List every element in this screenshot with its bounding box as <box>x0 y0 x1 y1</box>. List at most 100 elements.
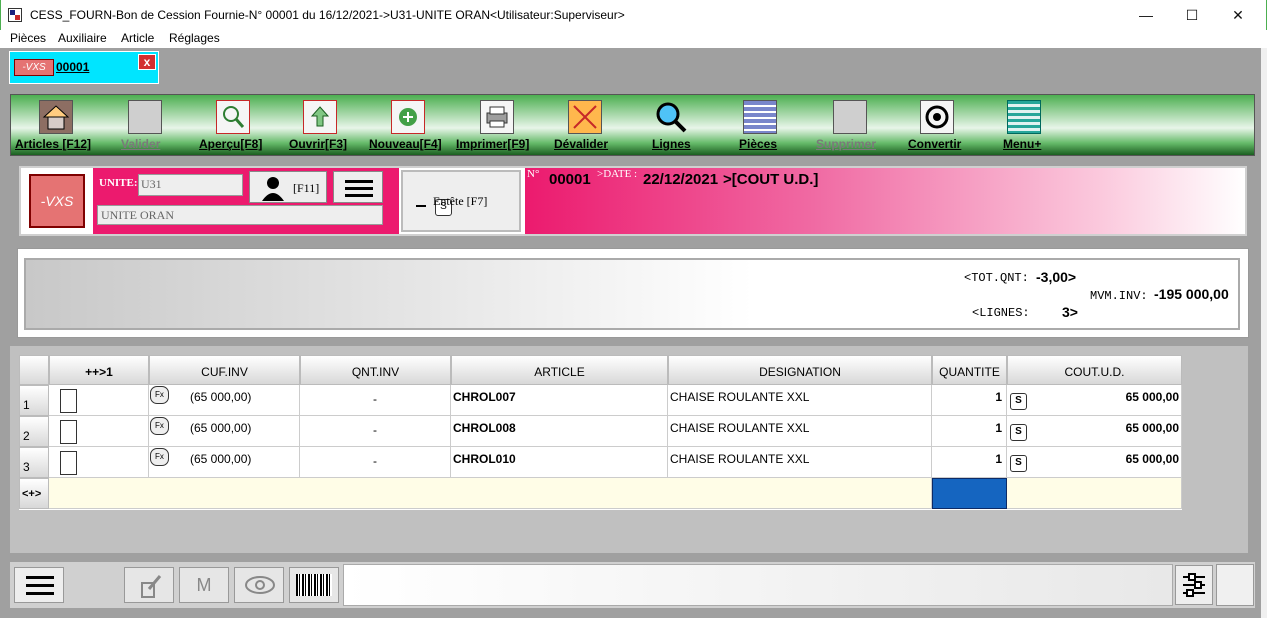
barcode-icon <box>296 574 332 596</box>
imprimer-button[interactable]: Imprimer[F9] <box>456 95 538 155</box>
app-icon <box>8 8 22 22</box>
table-row-select[interactable] <box>49 416 149 447</box>
menu-plus-button[interactable]: Menu+ <box>999 95 1049 155</box>
menu-reglages[interactable]: Réglages <box>169 31 220 45</box>
edit-icon <box>141 575 162 598</box>
fx-icon[interactable]: Fx <box>150 417 169 435</box>
new-row-quantite-cell[interactable] <box>932 478 1007 509</box>
printer-icon <box>480 100 514 134</box>
cout-cell[interactable]: S 65 000,00 <box>1007 385 1182 416</box>
unite-name-field[interactable]: UNITE ORAN <box>97 205 383 225</box>
status-field[interactable] <box>343 564 1173 606</box>
document-tab[interactable]: -VXS 00001 x <box>9 51 159 84</box>
quantite-cell[interactable]: 1 <box>932 416 1007 447</box>
designation-cell[interactable]: CHAISE ROULANTE XXL <box>668 447 932 478</box>
m-button[interactable]: M <box>179 567 229 603</box>
preview-icon <box>216 100 250 134</box>
edit-button[interactable] <box>124 567 174 603</box>
settings-button[interactable] <box>1175 565 1213 605</box>
qnt-inv-cell[interactable]: - <box>300 447 451 478</box>
column-header-select[interactable]: ++>1 <box>49 355 149 385</box>
column-header-article[interactable]: ARTICLE <box>451 355 668 385</box>
barcode-button[interactable] <box>289 567 339 603</box>
minimize-button[interactable]: — <box>1123 0 1169 30</box>
menu-article[interactable]: Article <box>121 31 154 45</box>
menu-auxiliaire[interactable]: Auxiliaire <box>58 31 107 45</box>
new-icon <box>391 100 425 134</box>
tab-close-icon[interactable]: x <box>138 54 156 70</box>
extra-button[interactable] <box>1216 564 1254 606</box>
article-cell[interactable]: CHROL007 <box>451 385 668 416</box>
view-button[interactable] <box>234 567 284 603</box>
vxs-logo: -VXS <box>29 174 85 228</box>
supprimer-button[interactable]: Supprimer <box>814 95 886 155</box>
designation-cell[interactable]: CHAISE ROULANTE XXL <box>668 416 932 447</box>
row-checkbox[interactable] <box>60 420 77 444</box>
article-cell[interactable]: CHROL008 <box>451 416 668 447</box>
vxs-logo: -VXS <box>14 59 54 76</box>
column-header-quantite[interactable]: QUANTITE <box>932 355 1007 385</box>
devalider-button[interactable]: Dévalider <box>554 95 618 155</box>
row-number[interactable]: 2 <box>19 416 49 447</box>
qnt-inv-cell[interactable]: - <box>300 385 451 416</box>
entete-label: Entête [F7] <box>433 194 488 208</box>
cout-cell[interactable]: S 65 000,00 <box>1007 416 1182 447</box>
column-header-cuf-inv[interactable]: CUF.INV <box>149 355 300 385</box>
main-menu-button[interactable] <box>14 567 64 603</box>
user-icon <box>262 177 284 201</box>
row-number[interactable]: 1 <box>19 385 49 416</box>
quantite-cell[interactable]: 1 <box>932 447 1007 478</box>
trash-icon <box>833 100 867 134</box>
row-number[interactable]: 3 <box>19 447 49 478</box>
pieces-button[interactable]: Pièces <box>737 95 785 155</box>
cuf-inv-cell[interactable]: Fx (65 000,00) <box>149 447 300 478</box>
cuf-inv-cell[interactable]: Fx (65 000,00) <box>149 416 300 447</box>
new-row[interactable] <box>49 478 932 509</box>
new-row-cout-cell[interactable] <box>1007 478 1182 509</box>
article-cell[interactable]: CHROL010 <box>451 447 668 478</box>
documents-icon <box>743 100 777 134</box>
collapse-icon <box>416 205 426 207</box>
s-icon[interactable]: S <box>1010 455 1027 472</box>
apercu-button[interactable]: Aperçu[F8] <box>197 95 271 155</box>
cuf-inv-cell[interactable]: Fx (65 000,00) <box>149 385 300 416</box>
column-header-cout-ud[interactable]: COUT.U.D. <box>1007 355 1182 385</box>
row-checkbox[interactable] <box>60 451 77 475</box>
mvm-inv-label: MVM.INV: <box>1090 289 1148 303</box>
nouveau-button[interactable]: Nouveau[F4] <box>369 95 449 155</box>
column-header-qnt-inv[interactable]: QNT.INV <box>300 355 451 385</box>
qnt-inv-cell[interactable]: - <box>300 416 451 447</box>
document-tab-number[interactable]: 00001 <box>56 60 89 74</box>
cost-mode: >[COUT U.D.] <box>723 171 819 188</box>
convertir-button[interactable]: Convertir <box>906 95 968 155</box>
lignes-button[interactable]: Lignes <box>649 95 695 155</box>
document-header: -VXS UNITE: U31 UNITE ORAN [F11] S N° 00… <box>19 166 1247 236</box>
fx-icon[interactable]: Fx <box>150 386 169 404</box>
hamburger-icon <box>345 180 373 183</box>
column-header-designation[interactable]: DESIGNATION <box>668 355 932 385</box>
row-checkbox[interactable] <box>60 389 77 413</box>
cout-cell[interactable]: S 65 000,00 <box>1007 447 1182 478</box>
s-icon[interactable]: S <box>1010 424 1027 441</box>
table-row-select[interactable] <box>49 447 149 478</box>
magnifier-icon <box>654 100 688 134</box>
valider-button[interactable]: Valider <box>115 95 175 155</box>
fx-icon[interactable]: Fx <box>150 448 169 466</box>
document-number: 00001 <box>549 171 591 188</box>
quantite-cell[interactable]: 1 <box>932 385 1007 416</box>
s-icon[interactable]: S <box>1010 393 1027 410</box>
close-button[interactable]: ✕ <box>1215 0 1261 30</box>
eye-icon <box>245 576 275 594</box>
menu-pieces[interactable]: Pièces <box>10 31 46 45</box>
ouvrir-button[interactable]: Ouvrir[F3] <box>289 95 355 155</box>
articles-button[interactable]: Articles [F12] <box>15 95 99 155</box>
maximize-button[interactable]: ☐ <box>1169 0 1215 30</box>
unite-code-field[interactable]: U31 <box>138 174 243 196</box>
new-row-marker[interactable]: <+> <box>19 478 49 509</box>
header-menu-button[interactable] <box>333 171 383 203</box>
house-icon <box>39 100 73 134</box>
info-banner: N° 00001 >DATE : 22/12/2021 >[COUT U.D.] <box>525 168 1245 234</box>
table-row-select[interactable] <box>49 385 149 416</box>
designation-cell[interactable]: CHAISE ROULANTE XXL <box>668 385 932 416</box>
hamburger-icon <box>26 576 54 579</box>
